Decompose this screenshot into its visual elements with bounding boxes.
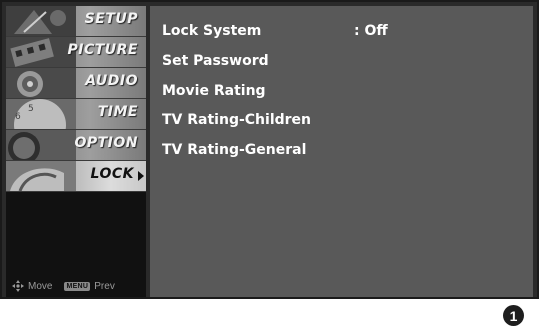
main-menu-sidebar: SETUP PICTURE AUDIO 6 5 TIME OPTION LOCK… <box>6 6 146 297</box>
option-label: Lock System <box>162 23 262 39</box>
tv-osd-frame: SETUP PICTURE AUDIO 6 5 TIME OPTION LOCK… <box>0 0 539 299</box>
option-label: TV Rating-General <box>162 142 307 158</box>
sidebar-item-time[interactable]: 6 5 TIME <box>6 99 146 130</box>
sidebar-item-setup[interactable]: SETUP <box>6 6 146 37</box>
chevron-right-icon <box>138 171 144 181</box>
sidebar-item-label: SETUP <box>84 11 138 27</box>
sidebar-item-option[interactable]: OPTION <box>6 130 146 161</box>
satellite-dish-icon <box>6 6 76 36</box>
lock-menu-panel: Lock System : Off Set Password Movie Rat… <box>150 6 533 297</box>
move-arrows-icon <box>12 280 24 292</box>
option-label: Set Password <box>162 53 269 69</box>
film-reel-icon <box>6 37 76 67</box>
sidebar-item-label: TIME <box>97 104 138 120</box>
sidebar-hint-bar: Move MENU Prev <box>6 275 146 297</box>
speaker-icon <box>6 68 76 98</box>
sidebar-item-label: PICTURE <box>67 42 138 58</box>
step-number-badge: 1 <box>503 305 524 326</box>
clock-icon: 6 5 <box>6 99 76 129</box>
menu-key-badge: MENU <box>64 281 91 291</box>
sidebar-item-lock[interactable]: LOCK <box>6 161 146 192</box>
option-dial-icon <box>6 130 76 160</box>
menu-option-lock-system[interactable]: Lock System : Off <box>162 23 522 47</box>
svg-text:5: 5 <box>28 104 34 114</box>
menu-option-tv-rating-children[interactable]: TV Rating-Children <box>162 112 522 136</box>
option-label: TV Rating-Children <box>162 112 312 128</box>
menu-option-tv-rating-general[interactable]: TV Rating-General <box>162 142 522 166</box>
prev-hint-label: Prev <box>94 280 115 292</box>
sidebar-item-label: LOCK <box>90 166 134 182</box>
sidebar-item-audio[interactable]: AUDIO <box>6 68 146 99</box>
sidebar-item-label: AUDIO <box>85 73 138 89</box>
move-hint-label: Move <box>28 280 53 292</box>
option-label: Movie Rating <box>162 83 266 99</box>
lock-icon <box>6 161 76 191</box>
sidebar-item-label: OPTION <box>74 135 138 151</box>
menu-option-movie-rating[interactable]: Movie Rating <box>162 83 522 107</box>
option-value: : Off <box>354 23 388 39</box>
svg-text:6: 6 <box>15 112 21 122</box>
sidebar-item-picture[interactable]: PICTURE <box>6 37 146 68</box>
menu-option-set-password[interactable]: Set Password <box>162 53 522 77</box>
main-menu-list: SETUP PICTURE AUDIO 6 5 TIME OPTION LOCK <box>6 6 146 192</box>
